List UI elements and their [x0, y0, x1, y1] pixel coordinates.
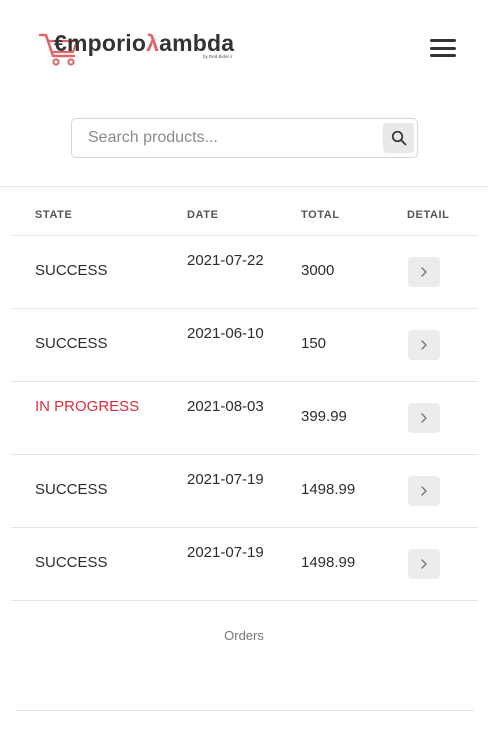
search-bar [71, 118, 418, 158]
table-row: SUCCESS 2021-07-22 3000 [11, 236, 478, 309]
order-date: 2021-08-03 [187, 398, 264, 415]
brand-prefix: €mporio [54, 30, 147, 56]
order-total: 399.99 [301, 408, 347, 425]
order-total: 1498.99 [301, 481, 356, 498]
column-header-total: TOTAL [301, 209, 340, 221]
order-date: 2021-07-22 [187, 252, 264, 269]
search-icon [391, 130, 406, 146]
detail-button[interactable] [408, 330, 440, 360]
detail-button[interactable] [408, 476, 440, 506]
chevron-right-icon [421, 559, 427, 569]
brand-tagline: by Red Bidet λ [203, 54, 233, 59]
table-row: SUCCESS 2021-07-19 1498.99 [11, 455, 478, 528]
order-state: IN PROGRESS [35, 398, 140, 415]
brand-logo[interactable]: €mporioλambda by Red Bidet λ [38, 30, 243, 66]
column-header-date: DATE [187, 209, 219, 221]
chevron-right-icon [421, 413, 427, 423]
divider [16, 710, 474, 711]
order-date: 2021-06-10 [187, 325, 264, 342]
table-row: SUCCESS 2021-06-10 150 [11, 309, 478, 382]
detail-button[interactable] [408, 257, 440, 287]
order-total: 1498.99 [301, 554, 356, 571]
column-header-detail: DETAIL [407, 209, 450, 221]
chevron-right-icon [421, 267, 427, 277]
order-date: 2021-07-19 [187, 544, 264, 561]
order-total: 150 [301, 335, 327, 352]
table-header: STATE DATE TOTAL DETAIL [11, 187, 478, 236]
brand-suffix: ambda [159, 30, 235, 56]
search-input[interactable] [73, 120, 378, 156]
table-row: IN PROGRESS 2021-08-03 399.99 [11, 382, 478, 455]
order-state: SUCCESS [35, 262, 108, 279]
order-state: SUCCESS [35, 554, 108, 571]
order-state: SUCCESS [35, 335, 108, 352]
chevron-right-icon [421, 486, 427, 496]
brand-name: €mporioλambda [54, 30, 234, 57]
orders-table: STATE DATE TOTAL DETAIL SUCCESS 2021-07-… [11, 187, 478, 601]
brand-lambda: λ [146, 30, 160, 56]
column-header-state: STATE [35, 209, 73, 221]
detail-button[interactable] [408, 403, 440, 433]
header: €mporioλambda by Red Bidet λ [0, 0, 488, 96]
search-button[interactable] [383, 123, 414, 153]
detail-button[interactable] [408, 549, 440, 579]
hamburger-menu-icon[interactable] [428, 36, 458, 60]
table-caption: Orders [224, 628, 264, 643]
chevron-right-icon [421, 340, 427, 350]
table-row: SUCCESS 2021-07-19 1498.99 [11, 528, 478, 601]
order-date: 2021-07-19 [187, 471, 264, 488]
order-state: SUCCESS [35, 481, 108, 498]
order-total: 3000 [301, 262, 335, 279]
